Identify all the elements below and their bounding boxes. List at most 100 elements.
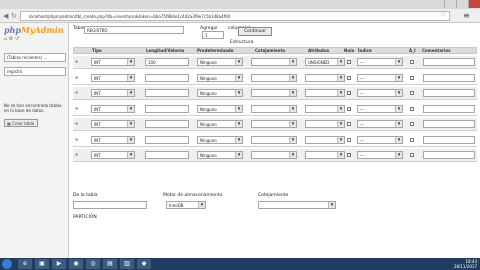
index-select[interactable]: --- xyxy=(357,89,403,97)
phpmyadmin-logo[interactable]: phpMyAdmin xyxy=(4,25,64,35)
collation-select[interactable] xyxy=(251,135,297,144)
null-checkbox[interactable] xyxy=(347,153,351,157)
structure-tab[interactable]: Estructura xyxy=(230,40,253,45)
minimize-button[interactable] xyxy=(444,0,456,8)
collation-select[interactable] xyxy=(251,73,297,82)
app-icon-3[interactable]: ◆ xyxy=(137,259,151,269)
type-select[interactable]: INT xyxy=(91,104,135,113)
default-select[interactable]: Ninguno xyxy=(197,151,243,159)
comments-input[interactable] xyxy=(423,151,475,159)
home-icons[interactable]: ⌂ ⚙ ↺ xyxy=(4,36,19,42)
type-select[interactable]: INT xyxy=(91,151,135,159)
url-bar[interactable]: localhost/phpmyadmin/tbl_create.php?db=i… xyxy=(20,11,450,21)
length-input[interactable] xyxy=(145,104,189,113)
firefox-icon[interactable]: ◉ xyxy=(69,259,83,269)
comments-input[interactable] xyxy=(423,104,475,113)
app-icon-1[interactable]: ▤ xyxy=(103,259,117,269)
null-checkbox[interactable] xyxy=(347,137,351,142)
length-input[interactable] xyxy=(145,73,189,82)
type-select[interactable]: INT xyxy=(91,58,135,66)
length-input[interactable] xyxy=(145,89,189,97)
drag-handle-icon[interactable]: ✥ xyxy=(75,121,78,126)
attributes-select[interactable] xyxy=(305,120,345,128)
default-select[interactable]: Ninguno xyxy=(197,89,243,97)
null-checkbox[interactable] xyxy=(347,122,351,126)
media-icon[interactable]: ▶ xyxy=(52,259,66,269)
attributes-select[interactable] xyxy=(305,104,345,113)
attributes-select[interactable] xyxy=(305,89,345,97)
attributes-select[interactable]: UNSIGNED xyxy=(305,58,345,66)
null-checkbox[interactable] xyxy=(347,91,351,95)
length-input[interactable]: 100 xyxy=(145,58,189,66)
drag-handle-icon[interactable]: ✥ xyxy=(75,75,78,80)
create-table-button[interactable]: ▦ Crear tabla xyxy=(4,119,38,127)
storage-engine-select[interactable]: InnoDB xyxy=(166,201,206,209)
start-button[interactable] xyxy=(2,259,12,269)
index-select[interactable]: --- xyxy=(357,58,403,66)
comments-input[interactable] xyxy=(423,135,475,144)
auto-increment-checkbox[interactable] xyxy=(410,60,414,64)
type-select[interactable]: INT xyxy=(91,120,135,128)
auto-increment-checkbox[interactable] xyxy=(410,91,414,95)
database-select[interactable]: registro xyxy=(4,67,66,76)
drag-handle-icon[interactable]: ✥ xyxy=(75,137,78,142)
hamburger-menu-icon[interactable]: ≡ xyxy=(463,11,470,20)
index-select[interactable]: --- xyxy=(357,104,403,113)
type-select[interactable]: INT xyxy=(91,135,135,144)
type-select[interactable]: INT xyxy=(91,73,135,82)
partition-label[interactable]: PARTICIÓN xyxy=(73,215,97,220)
table-name-input[interactable]: REGISTRO xyxy=(84,26,184,34)
type-select[interactable]: INT xyxy=(91,89,135,97)
null-checkbox[interactable] xyxy=(347,75,351,80)
comments-input[interactable] xyxy=(423,73,475,82)
add-columns-input[interactable]: 1 xyxy=(202,31,224,39)
folder-icon[interactable]: ▣ xyxy=(35,259,49,269)
comments-input[interactable] xyxy=(423,89,475,97)
auto-increment-checkbox[interactable] xyxy=(410,106,414,111)
star-icon[interactable]: ☆ xyxy=(440,10,446,18)
drag-handle-icon[interactable]: ✥ xyxy=(75,90,78,95)
collation-select[interactable] xyxy=(251,104,297,113)
length-input[interactable] xyxy=(145,135,189,144)
default-select[interactable]: Ninguno xyxy=(197,135,243,144)
length-input[interactable] xyxy=(145,151,189,159)
null-checkbox[interactable] xyxy=(347,106,351,111)
index-select[interactable]: --- xyxy=(357,151,403,159)
length-input[interactable] xyxy=(145,120,189,128)
attributes-select[interactable] xyxy=(305,73,345,82)
reload-icon[interactable]: ↻ xyxy=(11,12,17,20)
table-collation-select[interactable] xyxy=(258,201,336,209)
attributes-select[interactable] xyxy=(305,151,345,159)
index-select[interactable]: --- xyxy=(357,120,403,128)
collation-select[interactable] xyxy=(251,151,297,159)
collation-select[interactable] xyxy=(251,89,297,97)
drag-handle-icon[interactable]: ✥ xyxy=(75,59,78,64)
comments-input[interactable] xyxy=(423,58,475,66)
back-icon[interactable]: ◀ xyxy=(3,12,8,20)
drag-handle-icon[interactable]: ✥ xyxy=(75,106,78,111)
recent-tables-select[interactable]: (Tablas recientes) ... xyxy=(4,53,66,62)
drag-handle-icon[interactable]: ✥ xyxy=(75,152,78,157)
default-select[interactable]: Ninguno xyxy=(197,73,243,82)
null-checkbox[interactable] xyxy=(347,60,351,64)
comments-input[interactable] xyxy=(423,120,475,128)
maximize-button[interactable] xyxy=(456,0,468,8)
table-comments-input[interactable] xyxy=(73,201,147,209)
default-select[interactable]: Ninguno xyxy=(197,58,243,66)
collation-select[interactable] xyxy=(251,120,297,128)
index-select[interactable]: --- xyxy=(357,73,403,82)
default-select[interactable]: Ninguno xyxy=(197,120,243,128)
app-icon-2[interactable]: ▥ xyxy=(120,259,134,269)
index-select[interactable]: --- xyxy=(357,135,403,144)
collation-select[interactable] xyxy=(251,58,297,66)
auto-increment-checkbox[interactable] xyxy=(410,153,414,157)
continue-button[interactable]: Continuar xyxy=(238,27,272,36)
default-select[interactable]: Ninguno xyxy=(197,104,243,113)
auto-increment-checkbox[interactable] xyxy=(410,75,414,80)
ie-icon[interactable]: e xyxy=(18,259,32,269)
chrome-icon[interactable]: ◎ xyxy=(86,259,100,269)
system-clock[interactable]: 18:43 28/11/2017 xyxy=(454,259,477,269)
close-button[interactable] xyxy=(468,0,480,8)
attributes-select[interactable] xyxy=(305,135,345,144)
auto-increment-checkbox[interactable] xyxy=(410,137,414,142)
